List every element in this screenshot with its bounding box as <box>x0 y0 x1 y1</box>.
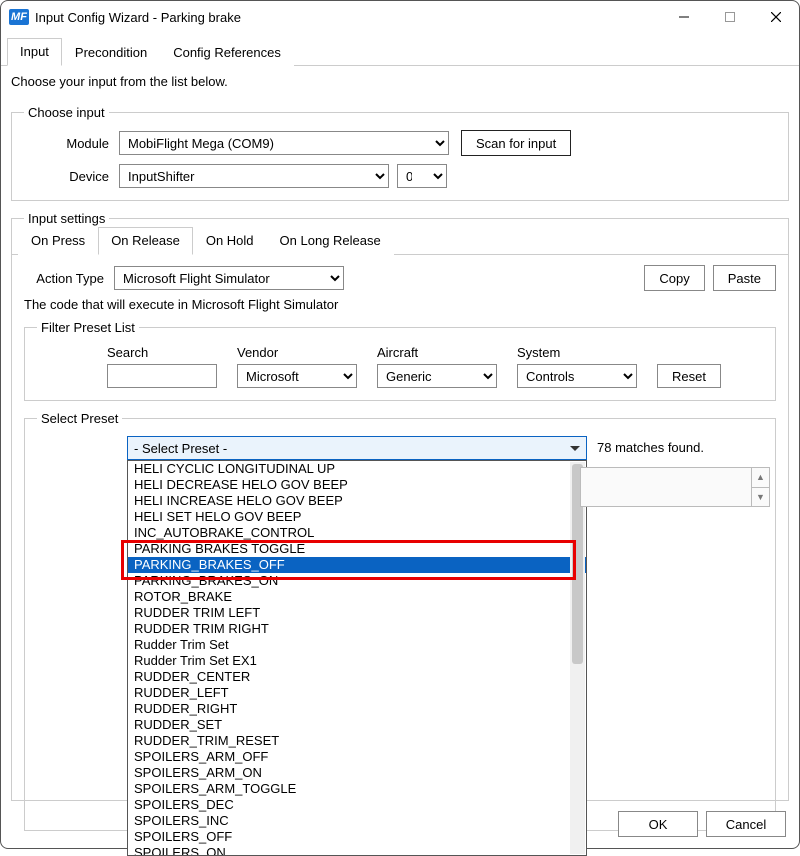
preset-item[interactable]: RUDDER_SET <box>128 717 586 733</box>
preset-item[interactable]: HELI INCREASE HELO GOV BEEP <box>128 493 586 509</box>
preset-item[interactable]: SPOILERS_ARM_OFF <box>128 749 586 765</box>
input-settings-legend: Input settings <box>24 211 109 226</box>
preset-item[interactable]: SPOILERS_OFF <box>128 829 586 845</box>
minimize-button[interactable] <box>661 1 707 33</box>
scrollbar[interactable] <box>570 462 585 854</box>
cancel-button[interactable]: Cancel <box>706 811 786 837</box>
preset-item[interactable]: HELI SET HELO GOV BEEP <box>128 509 586 525</box>
module-label: Module <box>24 136 119 151</box>
window-title: Input Config Wizard - Parking brake <box>35 10 241 25</box>
preset-item[interactable]: RUDDER_CENTER <box>128 669 586 685</box>
preset-item[interactable]: PARKING_BRAKES_OFF <box>128 557 586 573</box>
preset-item[interactable]: INC_AUTOBRAKE_CONTROL <box>128 525 586 541</box>
ok-button[interactable]: OK <box>618 811 698 837</box>
preset-item[interactable]: RUDDER TRIM RIGHT <box>128 621 586 637</box>
filter-preset-legend: Filter Preset List <box>37 320 139 335</box>
preset-item[interactable]: SPOILERS_ARM_ON <box>128 765 586 781</box>
spinner-up-icon[interactable]: ▲ <box>751 468 769 487</box>
choose-input-group: Choose input Module MobiFlight Mega (COM… <box>11 105 789 201</box>
aircraft-select[interactable]: Generic <box>377 364 497 388</box>
tab-on-release[interactable]: On Release <box>98 227 193 255</box>
preset-item[interactable]: SPOILERS_INC <box>128 813 586 829</box>
scan-for-input-button[interactable]: Scan for input <box>461 130 571 156</box>
preset-item[interactable]: RUDDER TRIM LEFT <box>128 605 586 621</box>
tab-on-hold[interactable]: On Hold <box>193 227 267 255</box>
preset-item[interactable]: RUDDER_RIGHT <box>128 701 586 717</box>
preset-item[interactable]: Rudder Trim Set <box>128 637 586 653</box>
choose-input-legend: Choose input <box>24 105 109 120</box>
description-box[interactable]: ▲ ▼ <box>580 467 770 507</box>
preset-list[interactable]: HELI CYCLIC LONGITUDINAL UPHELI DECREASE… <box>127 460 587 856</box>
preset-item[interactable]: SPOILERS_ON <box>128 845 586 856</box>
code-hint: The code that will execute in Microsoft … <box>24 297 776 312</box>
preset-item[interactable]: PARKING_BRAKES_ON <box>128 573 586 589</box>
system-select[interactable]: Controls <box>517 364 637 388</box>
main-tabstrip: Input Precondition Config References <box>1 37 799 66</box>
system-label: System <box>517 345 637 360</box>
preset-item[interactable]: ROTOR_BRAKE <box>128 589 586 605</box>
reset-filter-button[interactable]: Reset <box>657 364 721 388</box>
matches-label: 78 matches found. <box>597 440 704 455</box>
event-tabstrip: On Press On Release On Hold On Long Rele… <box>12 226 788 255</box>
paste-button[interactable]: Paste <box>713 265 776 291</box>
vendor-select[interactable]: Microsoft <box>237 364 357 388</box>
tab-on-press[interactable]: On Press <box>18 227 98 255</box>
select-preset-legend: Select Preset <box>37 411 122 426</box>
search-label: Search <box>107 345 217 360</box>
preset-item[interactable]: SPOILERS_ARM_TOGGLE <box>128 781 586 797</box>
titlebar: MF Input Config Wizard - Parking brake <box>1 1 799 33</box>
spinner-down-icon[interactable]: ▼ <box>751 487 769 507</box>
preset-item[interactable]: RUDDER_LEFT <box>128 685 586 701</box>
tab-precondition[interactable]: Precondition <box>62 39 160 66</box>
preset-item[interactable]: HELI DECREASE HELO GOV BEEP <box>128 477 586 493</box>
app-icon: MF <box>9 9 29 25</box>
preset-item[interactable]: Rudder Trim Set EX1 <box>128 653 586 669</box>
vendor-label: Vendor <box>237 345 357 360</box>
tab-config-references[interactable]: Config References <box>160 39 294 66</box>
action-type-select[interactable]: Microsoft Flight Simulator <box>114 266 344 290</box>
preset-item[interactable]: HELI CYCLIC LONGITUDINAL UP <box>128 461 586 477</box>
copy-button[interactable]: Copy <box>644 265 704 291</box>
close-button[interactable] <box>753 1 799 33</box>
dialog-footer: OK Cancel <box>618 811 786 837</box>
tab-on-long-release[interactable]: On Long Release <box>267 227 394 255</box>
page-subtext: Choose your input from the list below. <box>1 66 799 99</box>
device-index-select[interactable]: 0 <box>397 164 447 188</box>
preset-item[interactable]: PARKING BRAKES TOGGLE <box>128 541 586 557</box>
module-select[interactable]: MobiFlight Mega (COM9) <box>119 131 449 155</box>
device-select[interactable]: InputShifter <box>119 164 389 188</box>
tab-input[interactable]: Input <box>7 38 62 66</box>
preset-dropdown[interactable]: - Select Preset - <box>127 436 587 460</box>
filter-preset-group: Filter Preset List Search Vendor Microso… <box>24 320 776 401</box>
aircraft-label: Aircraft <box>377 345 497 360</box>
device-label: Device <box>24 169 119 184</box>
maximize-button <box>707 1 753 33</box>
search-input[interactable] <box>107 364 217 388</box>
preset-item[interactable]: RUDDER_TRIM_RESET <box>128 733 586 749</box>
preset-placeholder: - Select Preset - <box>134 441 227 456</box>
preset-item[interactable]: SPOILERS_DEC <box>128 797 586 813</box>
action-type-label: Action Type <box>24 271 104 286</box>
